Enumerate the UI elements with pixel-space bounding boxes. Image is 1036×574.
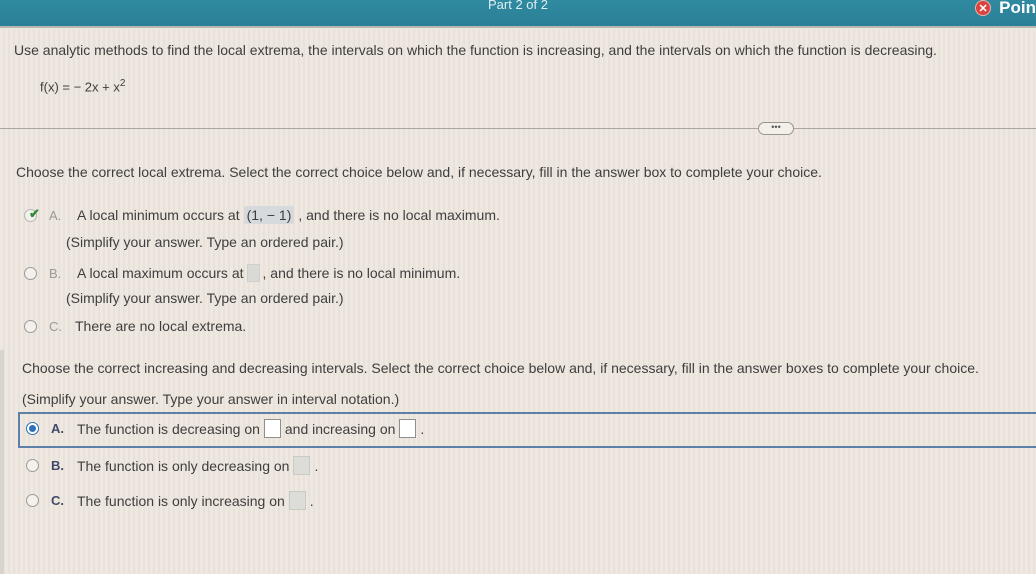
points-label: Poin [999,0,1036,17]
option-text: A local maximum occurs at [77,265,244,281]
expand-more-button[interactable]: ••• [758,122,794,135]
option-letter: C. [51,493,64,508]
only-increasing-input[interactable] [288,491,306,510]
part2-option-b[interactable]: B. The function is only decreasing on . [26,456,318,475]
option-text-after: , and there is no local minimum. [262,265,461,281]
part1-option-a[interactable]: ✔ A. A local minimum occurs at (1, − 1) … [24,206,500,224]
top-bar: Part 2 of 2 ✕ Poin [0,0,1036,28]
option-b-hint: (Simplify your answer. Type an ordered p… [66,290,344,306]
option-a-hint: (Simplify your answer. Type an ordered p… [66,234,344,250]
option-text: There are no local extrema. [75,318,247,334]
question-instructions: Use analytic methods to find the local e… [14,42,937,58]
option-b-radio[interactable] [26,459,39,472]
part1-prompt: Choose the correct local extrema. Select… [16,164,822,180]
option-b-radio[interactable] [24,266,37,280]
part-indicator: Part 2 of 2 [488,0,548,12]
increasing-interval-input[interactable] [399,419,417,438]
option-a-radio-selected[interactable] [26,422,39,435]
checkmark-icon: ✔ [29,205,40,221]
option-letter: B. [49,265,62,281]
function-expression: f(x) = − 2x + x2 [40,78,125,94]
points-indicator: ✕ Poin [975,0,1036,18]
option-text-after: . [309,492,314,509]
function-exponent: 2 [119,78,126,89]
option-text-after: . [314,457,319,474]
option-text-after: . [420,420,425,437]
part2-option-c[interactable]: C. The function is only increasing on . [26,491,314,510]
option-c-radio[interactable] [26,494,39,507]
option-letter: A. [49,207,62,223]
part2-option-a[interactable]: A. The function is decreasing on and inc… [26,419,424,438]
local-min-answer-field[interactable]: (1, − 1) [243,206,295,224]
option-letter: B. [51,458,64,473]
option-letter: A. [51,421,64,436]
decreasing-interval-input[interactable] [263,419,281,438]
option-text: The function is decreasing on [77,420,260,437]
option-letter: C. [49,318,62,334]
option-text-after: , and there is no local maximum. [298,207,500,223]
x-circle-icon: ✕ [975,0,992,16]
part2-prompt: Choose the correct increasing and decrea… [22,360,979,376]
question-panel: Use analytic methods to find the local e… [0,30,1036,574]
only-decreasing-input[interactable] [293,456,311,475]
option-text: The function is only increasing on [77,492,285,509]
option-c-radio[interactable] [24,319,37,333]
left-scroll-edge [0,350,4,574]
function-text: f(x) = − 2x + x [40,79,120,95]
section-divider [0,128,1036,129]
option-text: The function is only decreasing on [77,457,290,474]
option-text: A local minimum occurs at [77,207,240,223]
option-text-middle: and increasing on [284,420,396,437]
option-a-radio[interactable]: ✔ [24,205,40,222]
part1-option-b[interactable]: B. A local maximum occurs at , and there… [24,264,460,282]
part1-option-c[interactable]: C. There are no local extrema. [24,318,246,334]
local-max-answer-field[interactable] [246,264,260,282]
part2-hint: (Simplify your answer. Type your answer … [22,391,400,407]
